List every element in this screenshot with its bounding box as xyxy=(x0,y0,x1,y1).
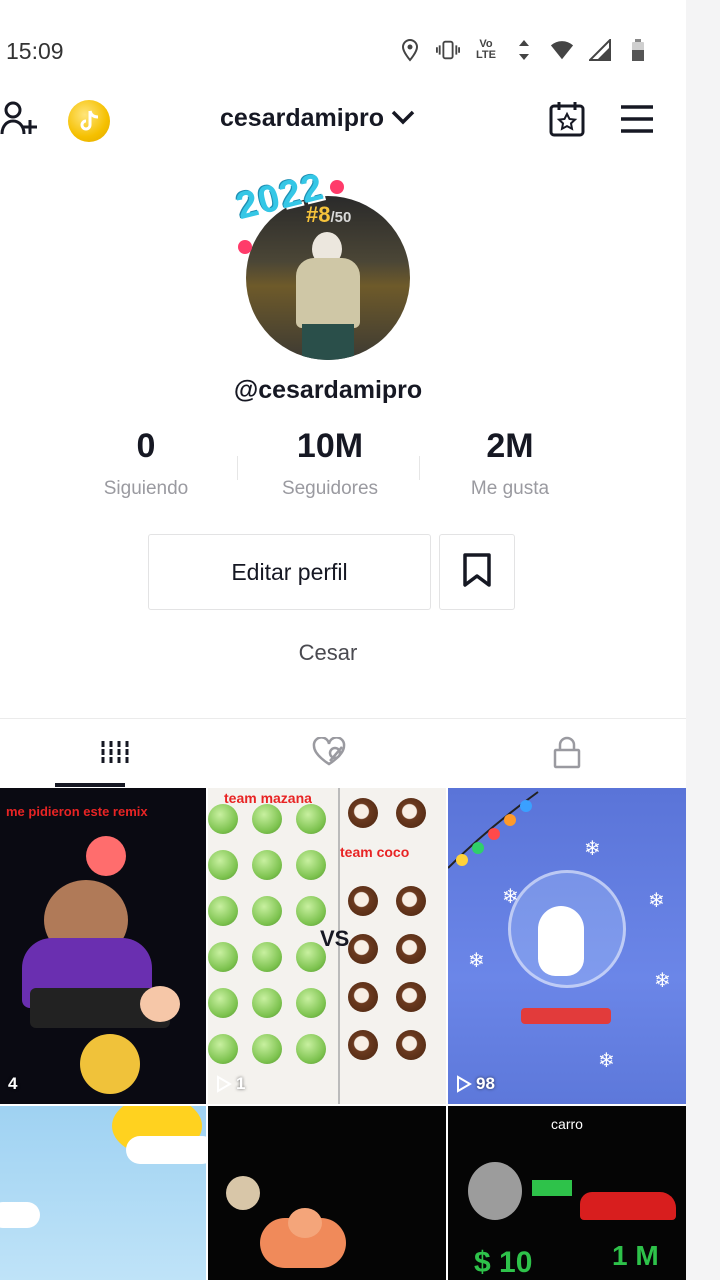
vibrate-icon xyxy=(436,38,460,62)
battery-icon xyxy=(626,38,650,62)
money-icon xyxy=(532,1180,572,1196)
goose-sticker-icon xyxy=(538,906,584,976)
profile-screen: 15:09 Vo LTE cesardamipro #8/50 2022 @ce… xyxy=(0,0,686,1280)
menu-icon[interactable] xyxy=(618,102,656,136)
video-thumbnail[interactable]: carro $ 10 1 M xyxy=(448,1106,686,1280)
video-thumbnail[interactable] xyxy=(0,1106,206,1280)
lock-icon xyxy=(553,735,581,774)
cloud-icon xyxy=(0,1202,40,1228)
view-count: 1 xyxy=(216,1074,245,1094)
creator-calendar-icon[interactable] xyxy=(548,100,586,138)
view-count: 98 xyxy=(456,1074,495,1094)
edit-profile-button[interactable]: Editar perfil xyxy=(148,534,431,610)
video-thumbnail[interactable]: me pidieron este remix 4 xyxy=(0,788,206,1104)
profile-header: cesardamipro xyxy=(0,92,686,148)
grid-icon xyxy=(99,737,129,772)
header-username: cesardamipro xyxy=(220,104,384,132)
car-icon xyxy=(580,1192,676,1220)
right-gap xyxy=(686,0,720,1280)
stat-following[interactable]: 0 Siguiendo xyxy=(56,424,236,500)
status-bar: 15:09 Vo LTE xyxy=(0,28,686,74)
content-tabs xyxy=(0,718,686,788)
heart-sticker-icon xyxy=(238,240,252,254)
add-friend-icon[interactable] xyxy=(0,98,40,138)
tab-liked[interactable] xyxy=(215,719,443,789)
stat-likes[interactable]: 2M Me gusta xyxy=(420,424,600,500)
cloud-icon xyxy=(126,1136,206,1164)
profile-bio: Cesar xyxy=(298,640,358,665)
wifi-icon xyxy=(550,38,574,62)
video-thumbnail[interactable] xyxy=(208,1106,446,1280)
volte-icon: Vo LTE xyxy=(476,38,496,61)
hidden-heart-icon xyxy=(311,735,347,772)
status-time: 15:09 xyxy=(6,38,64,64)
stat-divider xyxy=(237,456,238,480)
bookmark-icon xyxy=(462,552,492,593)
data-arrows-icon xyxy=(512,38,536,62)
heart-sticker-icon xyxy=(330,180,344,194)
tiktok-coin-icon[interactable] xyxy=(68,100,110,142)
view-count: 4 xyxy=(8,1074,18,1093)
profile-handle: @cesardamipro xyxy=(233,376,423,404)
cat-icon xyxy=(468,1162,522,1220)
favorites-button[interactable] xyxy=(439,534,515,610)
stat-followers[interactable]: 10M Seguidores xyxy=(240,424,420,500)
video-thumbnail[interactable]: team mazana team coco VS 1 xyxy=(208,788,446,1104)
active-tab-indicator xyxy=(55,783,125,787)
location-icon xyxy=(398,38,422,62)
tab-private[interactable] xyxy=(453,719,681,789)
account-switcher[interactable]: cesardamipro xyxy=(220,104,416,133)
tab-videos[interactable] xyxy=(0,719,228,789)
signal-icon xyxy=(588,38,612,62)
cookie-icon xyxy=(226,1176,260,1210)
chevron-down-icon xyxy=(390,104,416,133)
status-icons: Vo LTE xyxy=(398,38,650,62)
